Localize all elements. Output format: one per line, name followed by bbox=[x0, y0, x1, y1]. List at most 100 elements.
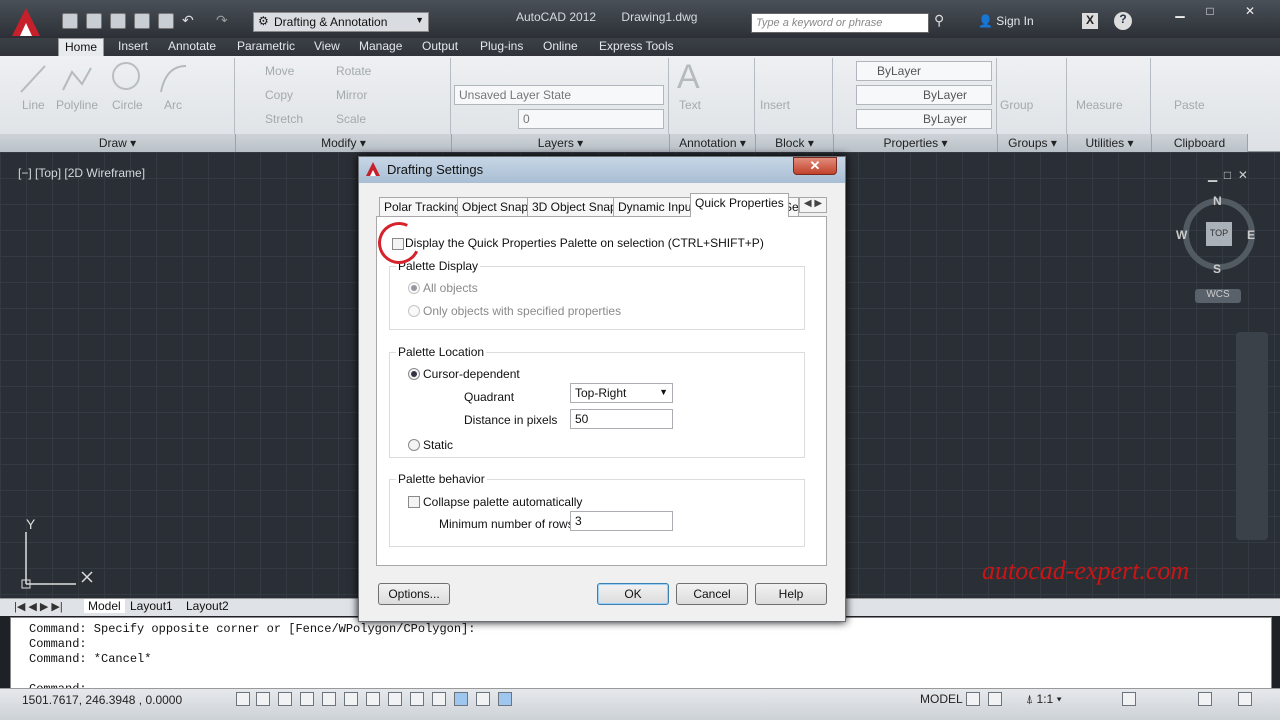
help-button[interactable]: Help bbox=[755, 583, 827, 605]
redo-icon[interactable]: ↷ bbox=[216, 12, 228, 29]
tab-layout1[interactable]: Layout1 bbox=[130, 599, 173, 613]
panel-title-layers[interactable]: Layers ▾ bbox=[452, 134, 670, 152]
open-icon[interactable] bbox=[86, 13, 102, 29]
move-tool[interactable]: Move bbox=[265, 64, 294, 78]
static-radio[interactable] bbox=[408, 439, 420, 451]
tab-dynamic-input[interactable]: Dynamic Input bbox=[613, 197, 700, 217]
tab-annotate[interactable]: Annotate bbox=[168, 38, 216, 56]
mirror-tool[interactable]: Mirror bbox=[336, 88, 367, 102]
text-tool[interactable]: Text bbox=[679, 98, 701, 112]
dynamic-ucs-icon[interactable] bbox=[410, 692, 424, 706]
circle-tool[interactable]: Circle bbox=[112, 98, 143, 112]
clean-screen-icon[interactable] bbox=[1238, 692, 1252, 706]
tab-plugins[interactable]: Plug-ins bbox=[480, 38, 523, 56]
tab-insert[interactable]: Insert bbox=[118, 38, 148, 56]
tab-online[interactable]: Online bbox=[543, 38, 578, 56]
panel-title-properties[interactable]: Properties ▾ bbox=[834, 134, 998, 152]
search-input[interactable]: Type a keyword or phrase bbox=[751, 13, 929, 33]
linetype-dropdown[interactable]: ByLayer bbox=[856, 85, 992, 105]
panel-title-modify[interactable]: Modify ▾ bbox=[236, 134, 452, 152]
polyline-tool[interactable]: Polyline bbox=[56, 98, 98, 112]
measure-tool[interactable]: Measure bbox=[1076, 98, 1123, 112]
all-objects-radio[interactable] bbox=[408, 282, 420, 294]
line-tool[interactable]: Line bbox=[22, 98, 45, 112]
lineweight-dropdown[interactable]: ByLayer bbox=[856, 109, 992, 129]
panel-title-draw[interactable]: Draw ▾ bbox=[0, 134, 236, 152]
save-icon[interactable] bbox=[110, 13, 126, 29]
layer-dropdown[interactable]: 0 bbox=[518, 109, 664, 129]
panel-title-annotation[interactable]: Annotation ▾ bbox=[670, 134, 756, 152]
quick-view-drawings-icon[interactable] bbox=[988, 692, 1002, 706]
application-menu-button[interactable] bbox=[8, 6, 48, 40]
command-line[interactable]: Command: Specify opposite corner or [Fen… bbox=[10, 617, 1272, 696]
maximize-icon[interactable]: □ bbox=[1198, 4, 1222, 20]
sign-in-button[interactable]: 👤 Sign In bbox=[978, 14, 1034, 28]
tab-manage[interactable]: Manage bbox=[359, 38, 402, 56]
tab-home[interactable]: Home bbox=[58, 38, 105, 56]
tab-model[interactable]: Model bbox=[84, 599, 125, 613]
quadrant-select[interactable]: Top-Right ▼ bbox=[570, 383, 673, 403]
viewport-window-controls[interactable]: ▁ □ ✕ bbox=[1208, 168, 1248, 182]
tab-view[interactable]: View bbox=[314, 38, 340, 56]
panel-title-groups[interactable]: Groups ▾ bbox=[998, 134, 1068, 152]
min-rows-input[interactable]: 3 bbox=[570, 511, 673, 531]
scale-tool[interactable]: Scale bbox=[336, 112, 366, 126]
grid-display-icon[interactable] bbox=[278, 692, 292, 706]
close-icon[interactable]: ✕ bbox=[1238, 4, 1262, 20]
stretch-tool[interactable]: Stretch bbox=[265, 112, 303, 126]
cancel-button[interactable]: Cancel bbox=[676, 583, 748, 605]
tab-layout2[interactable]: Layout2 bbox=[186, 599, 229, 613]
dialog-title[interactable]: Drafting Settings bbox=[359, 157, 845, 183]
viewcube-top[interactable]: TOP bbox=[1206, 222, 1232, 246]
quick-view-layouts-icon[interactable] bbox=[966, 692, 980, 706]
ortho-mode-icon[interactable] bbox=[300, 692, 314, 706]
display-palette-label[interactable]: Display the Quick Properties Palette on … bbox=[405, 236, 764, 250]
coordinates-readout[interactable]: 1501.7617, 246.3948 , 0.0000 bbox=[22, 693, 182, 707]
infer-constraints-icon[interactable] bbox=[236, 692, 250, 706]
tab-output[interactable]: Output bbox=[422, 38, 458, 56]
tab-express-tools[interactable]: Express Tools bbox=[599, 38, 673, 56]
exchange-icon[interactable]: X bbox=[1082, 13, 1098, 29]
tab-3d-object-snap[interactable]: 3D Object Snap bbox=[527, 197, 622, 217]
quick-properties-icon[interactable] bbox=[498, 692, 512, 706]
new-icon[interactable] bbox=[62, 13, 78, 29]
layer-state-dropdown[interactable]: Unsaved Layer State bbox=[454, 85, 664, 105]
viewport-controls-label[interactable]: [−] [Top] [2D Wireframe] bbox=[18, 166, 145, 180]
minimize-icon[interactable]: ▁ bbox=[1168, 4, 1192, 20]
tab-parametric[interactable]: Parametric bbox=[237, 38, 295, 56]
3d-object-snap-icon[interactable] bbox=[366, 692, 380, 706]
annotation-scale[interactable]: ⍋ 1:1 ▾ bbox=[1026, 692, 1062, 707]
object-snap-tracking-icon[interactable] bbox=[388, 692, 402, 706]
insert-block-tool[interactable]: Insert bbox=[760, 98, 790, 112]
only-specified-radio[interactable] bbox=[408, 305, 420, 317]
object-snap-icon[interactable] bbox=[344, 692, 358, 706]
workspace-dropdown[interactable]: Drafting & Annotation ▼ ⚙ bbox=[253, 12, 429, 32]
model-space-toggle[interactable]: MODEL bbox=[920, 692, 963, 706]
options-button[interactable]: Options... bbox=[378, 583, 450, 605]
copy-tool[interactable]: Copy bbox=[265, 88, 293, 102]
panel-title-utilities[interactable]: Utilities ▾ bbox=[1068, 134, 1152, 152]
wcs-menu[interactable]: WCS bbox=[1195, 289, 1241, 303]
binoculars-icon[interactable]: ⚲ bbox=[934, 12, 944, 29]
tab-polar-tracking[interactable]: Polar Tracking bbox=[379, 197, 466, 217]
panel-title-block[interactable]: Block ▾ bbox=[756, 134, 834, 152]
group-tool[interactable]: Group bbox=[1000, 98, 1033, 112]
cursor-dependent-radio[interactable] bbox=[408, 368, 420, 380]
arc-tool[interactable]: Arc bbox=[164, 98, 182, 112]
help-icon[interactable]: ? bbox=[1114, 12, 1132, 30]
polar-tracking-icon[interactable] bbox=[322, 692, 336, 706]
snap-mode-icon[interactable] bbox=[256, 692, 270, 706]
collapse-palette-checkbox[interactable] bbox=[408, 496, 420, 508]
ok-button[interactable]: OK bbox=[597, 583, 669, 605]
panel-title-clipboard[interactable]: Clipboard bbox=[1152, 134, 1248, 152]
color-dropdown[interactable]: ByLayer bbox=[856, 61, 992, 81]
rotate-tool[interactable]: Rotate bbox=[336, 64, 371, 78]
paste-tool[interactable]: Paste bbox=[1174, 98, 1205, 112]
tab-scroll-arrows[interactable]: ◀ ▶ bbox=[799, 197, 827, 213]
tab-quick-properties[interactable]: Quick Properties bbox=[690, 193, 789, 217]
layout-nav-arrows[interactable]: |◀ ◀ ▶ ▶| bbox=[14, 600, 63, 613]
undo-icon[interactable]: ↶ bbox=[182, 12, 194, 29]
lineweight-icon[interactable] bbox=[454, 692, 468, 706]
plot-icon[interactable] bbox=[158, 13, 174, 29]
dialog-close-button[interactable]: ✕ bbox=[793, 157, 837, 175]
